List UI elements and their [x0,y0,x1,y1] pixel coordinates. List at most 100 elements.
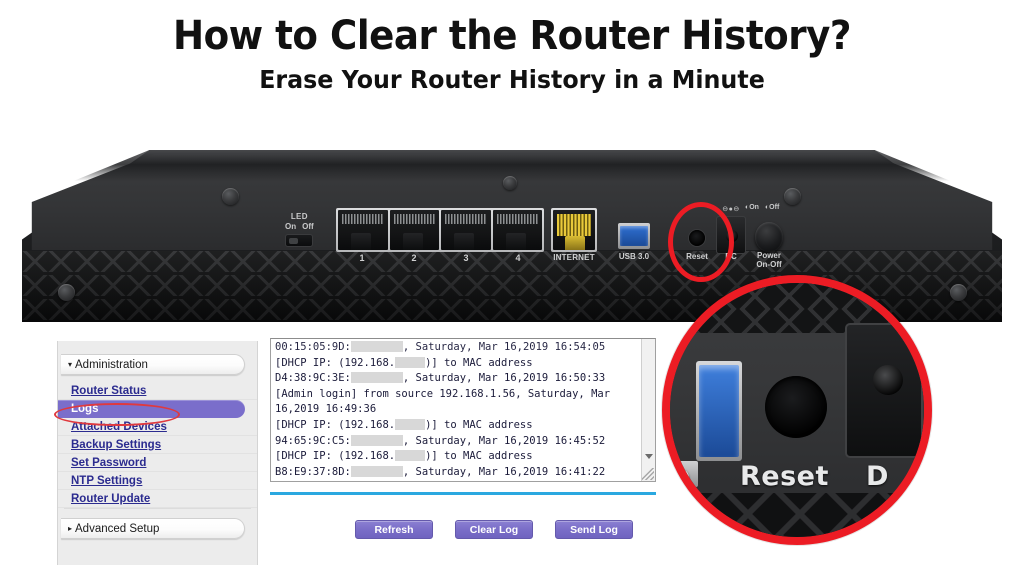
lan-port-4 [492,210,542,250]
textarea-resize-grip[interactable] [642,468,654,480]
sidebar-section-label: Administration [75,358,148,371]
sidebar-item-backup-settings[interactable]: Backup Settings [58,436,257,454]
power-label-line2: On-Off [756,260,782,269]
screw-icon [58,284,75,301]
reset-highlight-ellipse-annotation [668,202,734,282]
log-line-text: , Saturday, Mar 16,2019 16:41:22 [402,465,606,478]
sidebar-menu-list: Router Status Logs Attached Devices Back… [58,382,257,508]
redaction-mask [350,341,403,352]
redaction-mask [350,434,403,446]
screw-icon [222,188,239,205]
page-subtitle: Erase Your Router History in a Minute [259,65,765,94]
led-off-label: Off [302,222,314,231]
clear-log-button[interactable]: Clear Log [455,520,533,539]
chevron-down-icon[interactable] [645,454,653,459]
lan-port-number: 1 [359,253,365,263]
power-label: Power On-Off [742,251,796,269]
log-line-text: , Saturday, Mar 16,2019 16:45:52 [402,434,606,447]
sidebar-item-router-update[interactable]: Router Update [58,490,257,508]
sidebar-item-label: NTP Settings [71,474,143,487]
sidebar-section-label: Advanced Setup [75,522,160,535]
log-line: 94:65:9C:C5: , Saturday, Mar 16,2019 16:4… [275,434,655,450]
sidebar-item-router-status[interactable]: Router Status [58,382,257,400]
log-line: [DHCP IP: (192.168. )] to MAC address [275,480,655,482]
lan-port-2 [389,210,439,250]
log-line: 16,2019 16:49:36 [275,402,655,418]
redaction-mask [395,418,426,430]
log-line: [Admin login] from source 192.168.1.56, … [275,387,655,403]
log-line-text: B8:E9:37:8D: [275,465,351,478]
log-line-text: [DHCP IP: (192.168. [275,481,395,482]
usb-port-label: USB 3.0 [618,252,650,261]
sidebar-item-label: Set Password [71,456,147,469]
sidebar-item-label: Logs [71,403,99,415]
sidebar-divider [64,508,251,509]
redaction-mask [395,450,426,462]
log-line-text: 00:15:05:9D: [275,341,351,353]
led-onoff-labels: On Off [282,222,317,232]
log-line-text: )] to MAC address [425,450,533,463]
power-off-symbol-icon: ◐Off [764,204,780,211]
led-on-label: On [285,222,297,231]
redaction-mask [395,481,425,482]
sidebar-item-ntp-settings[interactable]: NTP Settings [58,472,257,490]
led-label: LED [290,212,308,221]
section-divider [270,492,656,495]
page-root: How to Clear the Router History? Erase Y… [0,0,1024,576]
redaction-mask [350,372,403,384]
sidebar-item-logs[interactable]: Logs [58,400,245,418]
send-log-button[interactable]: Send Log [555,520,633,539]
magnifier-usb-label: D [670,461,698,495]
log-line: B8:E9:37:8D: , Saturday, Mar 16,2019 16:4… [275,465,655,481]
lan-port-number: 4 [515,253,521,263]
lan-port-bank [336,208,544,252]
log-textarea[interactable]: 00:15:05:9D: , Saturday, Mar 16,2019 16:5… [270,338,656,482]
log-line-text: [DHCP IP: (192.168. [275,418,396,431]
refresh-button[interactable]: Refresh [355,520,433,539]
log-line-text: )] to MAC address [425,356,533,369]
power-symbol-icons: ◐On ◐Off [745,204,797,211]
magnifier-dc-label: D [866,461,889,492]
led-switch-group: LED On Off [282,212,317,247]
internet-port-jack [553,210,595,250]
log-line: [DHCP IP: (192.168. )] to MAC address [275,356,655,372]
led-toggle-switch[interactable] [285,234,314,247]
power-label-line1: Power [756,251,781,260]
log-line: [DHCP IP: (192.168. )] to MAC address [275,449,655,465]
log-action-buttons: Refresh Clear Log Send Log [355,520,633,539]
log-line-text: D4:38:9C:3E: [275,372,351,385]
chevron-right-icon: ▸ [68,523,73,533]
log-line-text: [DHCP IP: (192.168. [275,450,396,463]
chevron-down-icon: ▾ [68,359,73,369]
header: How to Clear the Router History? Erase Y… [0,0,1024,95]
lan-port-1 [338,210,388,250]
sidebar-section-administration[interactable]: ▾ Administration [61,354,245,375]
internet-port-label: INTERNET [553,253,595,262]
lan-port-number: 3 [463,253,469,263]
log-line-text: )] to MAC address [425,481,532,482]
page-title: How to Clear the Router History? [172,13,852,59]
content-area: 00:15:05:9D: , Saturday, Mar 16,2019 16:5… [270,338,690,539]
log-line-text: 94:65:9C:C5: [275,434,351,447]
usb-port [618,223,650,249]
sidebar-item-set-password[interactable]: Set Password [58,454,257,472]
log-text-content: 00:15:05:9D: , Saturday, Mar 16,2019 16:5… [275,340,655,482]
magnifier-dc-jack [845,323,923,458]
magnifier-usb-port [696,361,742,461]
power-button[interactable] [755,222,783,252]
screw-icon [784,188,801,205]
redaction-mask [395,356,426,368]
log-scrollbar[interactable] [641,339,655,481]
sidebar-item-label: Backup Settings [71,438,162,451]
magnifier-reset-label: Reset [740,461,829,492]
log-line-text: [DHCP IP: (192.168. [275,356,396,369]
sidebar-item-attached-devices[interactable]: Attached Devices [58,418,257,436]
sidebar-item-label: Router Update [71,492,151,505]
log-line-text: 16,2019 16:49:36 [275,403,377,416]
sidebar-section-advanced-setup[interactable]: ▸ Advanced Setup [61,518,245,539]
lan-port-numbers: 1 2 3 4 [336,253,544,263]
log-line: [DHCP IP: (192.168.)] to MAC address [275,418,655,434]
reset-magnifier-inset: D Reset D [662,275,932,545]
log-line-text: [Admin login] from source 192.168.1.56, … [275,387,611,400]
sidebar: ▾ Administration Router Status Logs Atta… [54,341,258,565]
